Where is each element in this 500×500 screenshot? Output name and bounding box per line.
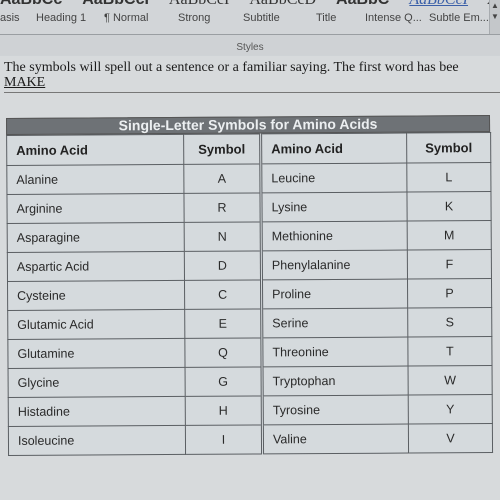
symbol-cell: H [185,395,263,426]
symbol-cell: V [408,423,493,454]
amino-acid-cell: Aspartic Acid [7,251,185,282]
ribbon-group-footer: Styles [0,35,500,55]
amino-acid-cell: Proline [261,279,408,309]
header-symbol: Symbol [406,132,491,164]
amino-acid-cell: Tyrosine [262,395,409,425]
amino-acid-cell: Tryptophan [262,366,409,396]
style-intense-quote[interactable]: Intense Q... [365,12,422,24]
style-heading-1[interactable]: Heading 1 [36,12,86,24]
symbol-cell: K [406,191,492,222]
style-subtitle[interactable]: Subtitle [243,12,280,24]
symbol-cell: Q [184,337,263,368]
symbol-cell: I [185,424,263,455]
table-row: Histadine H Tyrosine Y [8,394,493,427]
symbol-cell: C [184,279,262,310]
amino-acid-cell: Arginine [6,193,185,224]
amino-acid-cell: Cysteine [7,280,185,311]
table-row: Alanine A Leucine L [6,162,491,195]
table-row: Glycine G Tryptophan W [8,365,493,398]
style-preview[interactable]: AaBbCcD [249,0,316,9]
amino-acid-cell: Methionine [261,221,408,251]
style-normal[interactable]: ¶ Normal [104,12,148,24]
amino-acid-cell: Glutamine [7,338,186,369]
table-row: Aspartic Acid D Phenylalanine F [7,249,492,282]
style-preview[interactable]: AaBbCcI [82,0,149,9]
amino-acid-table: Single-Letter Symbols for Amino Acids Am… [6,115,493,456]
amino-acid-cell: Threonine [261,337,409,367]
amino-acid-cell: Glutamic Acid [7,309,185,340]
scroll-down-icon[interactable]: ▼ [490,11,500,22]
table-row: Isoleucine I Valine V [8,423,493,456]
header-amino-acid: Amino Acid [6,134,184,166]
style-subtle-emphasis[interactable]: Subtle Em... [429,12,489,24]
symbol-cell: P [407,278,492,309]
amino-acid-cell: Isoleucine [8,425,186,456]
styles-group-label: Styles [236,42,264,53]
symbol-cell: G [185,366,263,397]
document-text: The symbols will spell out a sentence or… [4,60,459,90]
symbol-cell: E [184,308,262,339]
amino-acid-cell: Phenylalanine [261,250,408,280]
symbol-cell: S [407,307,492,338]
answer-line [4,92,500,93]
amino-acid-cell: Serine [261,308,408,338]
style-emphasis[interactable]: asis [0,12,20,24]
symbol-cell: L [406,162,491,193]
symbol-cell: T [407,336,493,367]
symbol-cell: Y [408,394,493,425]
amino-acid-cell: Lysine [260,192,408,222]
scroll-up-icon[interactable]: ▲ [490,0,500,11]
table-row: Cysteine C Proline P [7,278,492,311]
table-row: Arginine R Lysine K [6,191,492,224]
styles-ribbon: AaBbCc AaBbCcI AaBbCcI AaBbCcD AaBbC AaB… [0,0,500,35]
symbol-cell: N [184,221,262,252]
answer-text: MAKE [4,75,46,90]
style-preview[interactable]: AaBbCcI [409,0,468,9]
instruction-text: The symbols will spell out a sentence or… [4,60,459,75]
symbol-cell: R [183,192,262,223]
gallery-scroll[interactable]: ▲ ▼ [489,0,500,34]
style-preview[interactable]: AaBbCcI [169,0,229,9]
amino-acid-cell: Leucine [260,163,407,193]
style-strong[interactable]: Strong [178,12,210,24]
amino-acid-cell: Alanine [6,164,184,195]
style-preview[interactable]: AaBbC [336,0,389,9]
header-amino-acid: Amino Acid [260,133,407,164]
amino-acid-cell: Glycine [8,367,186,398]
symbol-cell: F [407,249,492,280]
table-header-row: Amino Acid Symbol Amino Acid Symbol [6,132,491,166]
style-preview[interactable]: AaBbCc [0,0,62,9]
symbol-cell: M [407,220,492,251]
amino-acid-cell: Asparagine [7,222,185,253]
symbol-cell: W [408,365,493,396]
style-previews: AaBbCc AaBbCcI AaBbCcI AaBbCcD AaBbC AaB… [0,0,500,8]
symbol-cell: A [183,163,261,194]
header-symbol: Symbol [183,133,261,165]
table-row: Asparagine N Methionine M [7,220,492,253]
table-row: Glutamic Acid E Serine S [7,307,492,340]
amino-acid-cell: Valine [262,424,409,454]
amino-acid-cell: Histadine [8,396,186,427]
style-title[interactable]: Title [316,12,336,24]
symbol-cell: D [184,250,262,281]
table-row: Glutamine Q Threonine T [7,336,493,369]
